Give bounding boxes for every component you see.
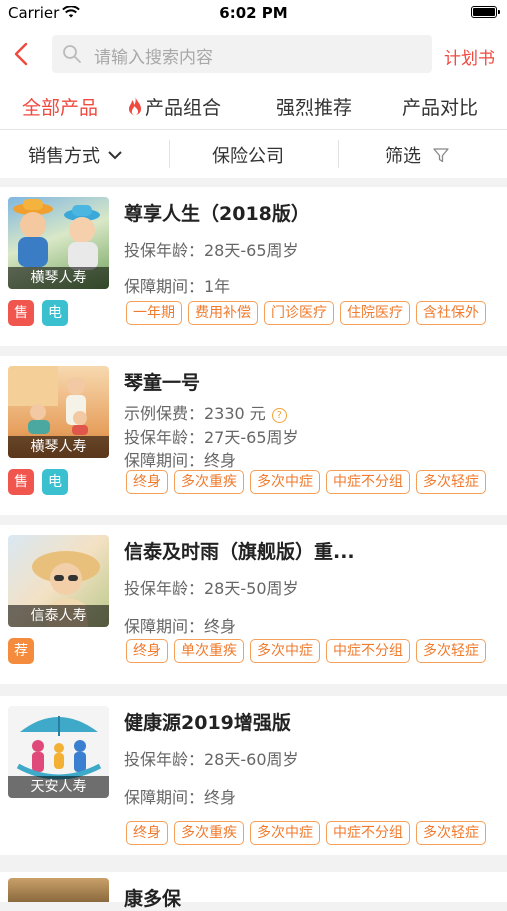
tab-label: 强烈推荐 xyxy=(276,97,353,119)
product-image: 横琴人寿 xyxy=(8,366,109,458)
tag-list: 终身 多次重疾 多次中症 中症不分组 多次轻症 xyxy=(126,470,492,494)
filter-label: 保险公司 xyxy=(212,146,284,167)
tag: 门诊医疗 xyxy=(264,301,334,325)
tab-strongly-recommended[interactable]: 强烈推荐 xyxy=(276,93,352,120)
tag: 中症不分组 xyxy=(326,470,410,494)
filter-insurer[interactable]: 保险公司 xyxy=(212,142,284,168)
tab-product-combo[interactable]: 产品组合 xyxy=(126,93,221,120)
tab-label: 产品组合 xyxy=(145,97,222,119)
funnel-icon xyxy=(433,148,449,163)
tag: 多次重疾 xyxy=(174,821,244,845)
tag-list: 终身 单次重疾 多次中症 中症不分组 多次轻症 xyxy=(126,639,492,663)
tag: 多次重疾 xyxy=(174,470,244,494)
premium-example: 示例保费：2330 元? xyxy=(124,400,287,424)
product-title: 信泰及时雨（旗舰版）重... xyxy=(124,541,355,563)
status-bar: Carrier 6:02 PM xyxy=(0,0,507,28)
product-card[interactable]: 信泰人寿 信泰及时雨（旗舰版）重... 投保年龄：28天-50周岁 保障期间：终… xyxy=(0,525,507,684)
coverage-period: 保障期间：1年 xyxy=(124,277,231,296)
tag: 多次轻症 xyxy=(416,639,486,663)
product-image: 横琴人寿 xyxy=(8,197,109,289)
coverage-period: 保障期间：终身 xyxy=(124,788,237,807)
tag: 单次重疾 xyxy=(174,639,244,663)
insure-age: 投保年龄：28天-60周岁 xyxy=(124,750,299,769)
product-card[interactable]: 天安人寿 健康源2019增强版 投保年龄：28天-60周岁 保障期间：终身 终身… xyxy=(0,696,507,855)
insure-age: 投保年龄：28天-50周岁 xyxy=(124,579,299,598)
help-icon[interactable]: ? xyxy=(271,408,287,423)
tag: 多次轻症 xyxy=(416,821,486,845)
tag: 终身 xyxy=(126,470,168,494)
product-title: 健康源2019增强版 xyxy=(124,712,291,734)
company-label: 天安人寿 xyxy=(8,776,109,798)
product-title: 尊享人生（2018版） xyxy=(124,203,310,225)
nav-bar: 请输入搜索内容 计划书 xyxy=(0,28,507,80)
tag: 一年期 xyxy=(126,301,182,325)
clock: 6:02 PM xyxy=(219,4,288,22)
filter-sales-method[interactable]: 销售方式 xyxy=(28,142,122,168)
tag-list: 一年期 费用补偿 门诊医疗 住院医疗 含社保外 xyxy=(126,301,492,325)
tag: 中症不分组 xyxy=(326,639,410,663)
sale-badge: 售 xyxy=(8,469,34,495)
company-label: 横琴人寿 xyxy=(8,436,109,458)
tag: 中症不分组 xyxy=(326,821,410,845)
tab-label: 产品对比 xyxy=(402,97,479,119)
filter-label: 销售方式 xyxy=(28,146,100,167)
tag: 终身 xyxy=(126,821,168,845)
tag: 多次轻症 xyxy=(416,470,486,494)
tag: 含社保外 xyxy=(416,301,486,325)
back-icon[interactable] xyxy=(12,42,32,66)
electronic-badge: 电 xyxy=(42,469,68,495)
recommend-badge: 荐 xyxy=(8,638,34,664)
company-label: 横琴人寿 xyxy=(8,267,109,289)
search-icon xyxy=(63,45,81,63)
tag: 住院医疗 xyxy=(340,301,410,325)
company-label: 信泰人寿 xyxy=(8,605,109,627)
premium-label: 示例保费：2330 元 xyxy=(124,404,266,423)
category-tabs: 全部产品 产品组合 强烈推荐 产品对比 xyxy=(0,80,507,130)
fire-icon xyxy=(129,96,141,116)
filter-label: 筛选 xyxy=(385,146,421,167)
tag: 多次中症 xyxy=(250,470,320,494)
product-card[interactable]: 横琴人寿 尊享人生（2018版） 投保年龄：28天-65周岁 保障期间：1年 售… xyxy=(0,187,507,346)
tag: 多次中症 xyxy=(250,639,320,663)
tag: 费用补偿 xyxy=(188,301,258,325)
insure-age: 投保年龄：27天-65周岁 xyxy=(124,428,299,447)
divider xyxy=(169,140,170,168)
tab-all-products[interactable]: 全部产品 xyxy=(22,93,98,120)
tag-list: 终身 多次重疾 多次中症 中症不分组 多次轻症 xyxy=(126,821,492,845)
filter-screen[interactable]: 筛选 xyxy=(385,142,449,168)
product-card[interactable]: 横琴人寿 琴童一号 示例保费：2330 元? 投保年龄：27天-65周岁 保障期… xyxy=(0,356,507,515)
insure-age: 投保年龄：28天-65周岁 xyxy=(124,241,299,260)
product-image: 信泰人寿 xyxy=(8,535,109,627)
product-card[interactable]: 康多保 xyxy=(0,872,507,910)
coverage-period: 保障期间：终身 xyxy=(124,617,237,636)
product-image: 天安人寿 xyxy=(8,706,109,798)
filter-bar: 销售方式 保险公司 筛选 xyxy=(0,130,507,178)
tag: 终身 xyxy=(126,639,168,663)
chevron-down-icon xyxy=(108,151,122,160)
electronic-badge: 电 xyxy=(42,300,68,326)
battery-icon xyxy=(471,6,500,18)
tab-label: 全部产品 xyxy=(22,97,99,119)
plan-book-button[interactable]: 计划书 xyxy=(444,44,495,69)
tag: 多次中症 xyxy=(250,821,320,845)
product-title: 康多保 xyxy=(124,888,182,910)
coverage-period: 保障期间：终身 xyxy=(124,451,237,470)
divider xyxy=(338,140,339,168)
search-placeholder: 请输入搜索内容 xyxy=(94,48,213,68)
tab-product-compare[interactable]: 产品对比 xyxy=(402,93,478,120)
product-title: 琴童一号 xyxy=(124,372,201,394)
search-input[interactable]: 请输入搜索内容 xyxy=(52,35,432,73)
product-image xyxy=(8,878,109,902)
sale-badge: 售 xyxy=(8,300,34,326)
